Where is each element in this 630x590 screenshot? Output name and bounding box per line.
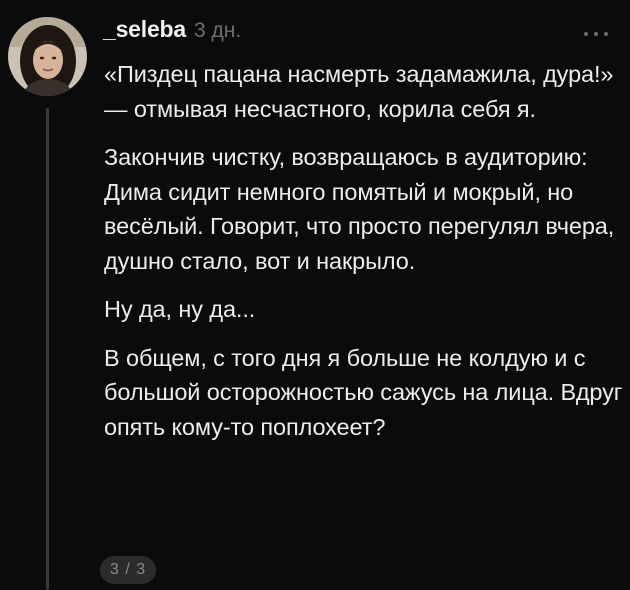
post-paragraph-1: «Пиздец пацана насмерть задамажила, дура…	[104, 61, 614, 122]
avatar[interactable]	[8, 17, 87, 96]
author-username[interactable]: _seleba	[103, 16, 186, 43]
post-paragraph-4: В общем, с того дня я больше не колдую и…	[104, 344, 623, 440]
post-paragraph-3: Ну да, ну да...	[104, 296, 256, 322]
thread-line	[46, 108, 49, 590]
avatar-image	[8, 17, 87, 96]
post-header: _seleba 3 дн.	[103, 16, 241, 48]
page-indicator-badge: 3 / 3	[100, 556, 157, 584]
post-body: «Пиздец пацана насмерть задамажила, дура…	[104, 57, 624, 458]
more-horizontal-icon	[584, 32, 608, 36]
post-paragraph-2: Закончив чистку, возвращаюсь в аудиторию…	[104, 144, 615, 274]
more-options-button[interactable]	[576, 27, 616, 41]
thread-post: _seleba 3 дн. «Пиздец пацана насмерть за…	[0, 0, 630, 590]
post-timestamp: 3 дн.	[194, 19, 242, 42]
